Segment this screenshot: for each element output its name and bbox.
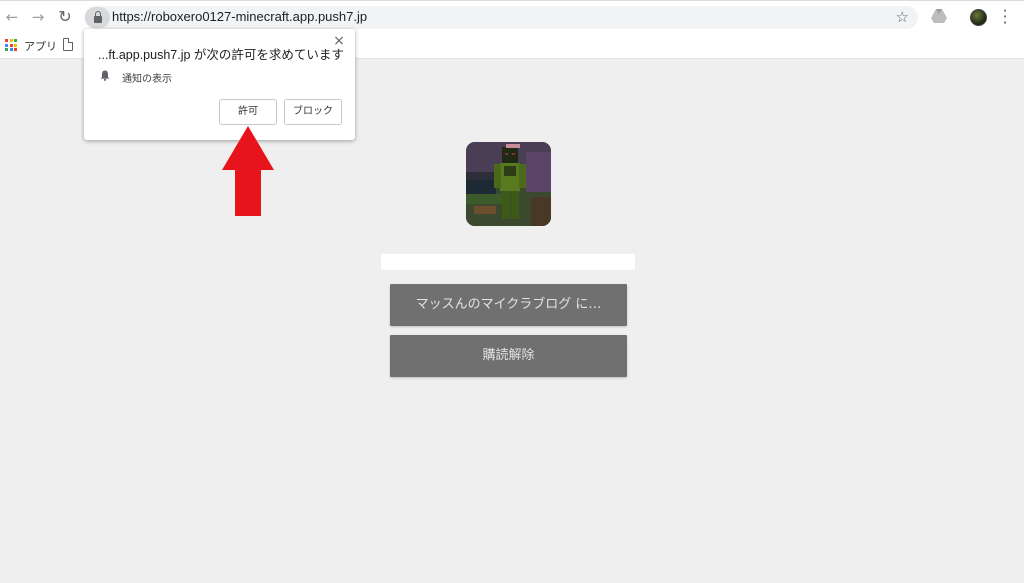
apps-grid-dot — [9, 48, 13, 51]
apps-grid-dot — [14, 48, 17, 51]
reload-icon[interactable]: ↻ — [55, 7, 75, 27]
forward-icon[interactable]: → — [28, 7, 48, 27]
page-icon[interactable] — [63, 38, 73, 51]
avatar[interactable] — [970, 9, 987, 26]
subscribe-button[interactable]: マッスんのマイクラブログ に… — [390, 284, 627, 326]
unsubscribe-button[interactable]: 購読解除 — [390, 335, 627, 377]
back-icon[interactable]: ← — [2, 7, 22, 27]
site-logo — [466, 142, 551, 226]
star-icon[interactable]: ☆ — [896, 8, 909, 26]
apps-label[interactable]: アプリ — [24, 38, 57, 54]
apps-grid-dot — [9, 39, 13, 42]
bell-icon — [100, 70, 110, 81]
apps-grid-dot — [5, 43, 8, 47]
url-text[interactable]: https://roboxero0127-minecraft.app.push7… — [112, 9, 367, 24]
apps-grid-icon[interactable] — [5, 39, 17, 51]
apps-grid-dot — [14, 43, 17, 47]
drive-icon[interactable] — [931, 9, 947, 23]
apps-grid-dot — [5, 39, 8, 42]
more-vert-icon[interactable]: · · · — [1002, 3, 1008, 31]
apps-grid-dot — [14, 39, 17, 42]
notification-permission-popup: ...ft.app.push7.jp が次の許可を求めています × 通知の表示 … — [84, 29, 355, 140]
apps-grid-dot — [5, 48, 8, 51]
red-arrow-annotation — [222, 126, 274, 216]
popup-title: ...ft.app.push7.jp が次の許可を求めています — [98, 48, 344, 62]
apps-grid-dot — [9, 43, 13, 47]
close-icon[interactable]: × — [331, 33, 347, 49]
empty-field — [381, 254, 635, 270]
block-button[interactable]: ブロック — [284, 99, 342, 125]
permission-label: 通知の表示 — [122, 74, 172, 85]
lock-icon[interactable] — [85, 7, 110, 28]
address-bar[interactable]: https://roboxero0127-minecraft.app.push7… — [84, 6, 918, 29]
allow-button[interactable]: 許可 — [219, 99, 277, 125]
